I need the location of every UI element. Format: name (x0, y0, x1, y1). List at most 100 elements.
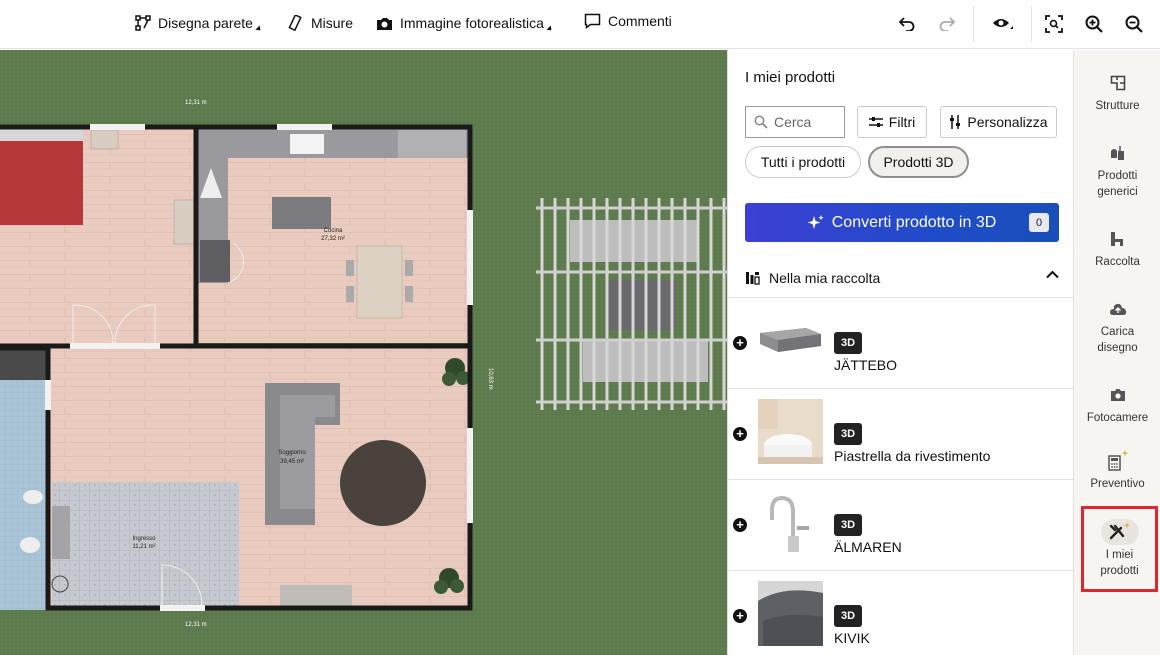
view-mode-button[interactable] (987, 11, 1019, 37)
toolbar-divider (1031, 6, 1032, 42)
convert-to-3d-button[interactable]: Converti prodotto in 3D 0 (745, 203, 1059, 242)
pergola (536, 198, 727, 410)
oven (200, 240, 230, 282)
camera-icon (1110, 384, 1126, 406)
sidebar-item-estimate[interactable]: Preventivo (1074, 450, 1160, 492)
kitchen-sink (290, 134, 324, 154)
draw-wall-label: Disegna parete (158, 15, 253, 31)
sidebar-item-structures[interactable]: Strutture (1074, 72, 1160, 114)
photorealistic-image-button[interactable]: Immagine fotorealistica (376, 0, 554, 46)
dropdown-caret-icon (255, 25, 263, 33)
toolbar-divider (973, 6, 974, 42)
structure-icon (1110, 72, 1126, 94)
measures-label: Misure (311, 15, 354, 31)
bathroom-cabinet (0, 350, 48, 380)
filter-sliders-icon (868, 117, 883, 127)
floor-plan-canvas[interactable]: 12,31 m 12,31 m 10,63 m Cucina 27,32 m² … (0, 50, 727, 655)
sidebar-item-label: Preventivo (1090, 478, 1145, 490)
undo-button[interactable] (894, 11, 920, 37)
convert-label: Converti prodotto in 3D (831, 213, 997, 231)
sidebar-item-label: Prodotti generici (1097, 170, 1138, 198)
comments-label: Commenti (608, 13, 672, 29)
customize-button[interactable]: Personalizza (940, 106, 1057, 138)
fit-view-button[interactable] (1041, 11, 1067, 37)
toilet (20, 537, 40, 553)
dimension-top: 12,31 m (185, 100, 207, 106)
dropdown-caret-icon (546, 25, 554, 33)
chevron-up-icon[interactable] (1046, 270, 1059, 279)
product-name: Piastrella da rivestimento (834, 448, 991, 464)
round-rug (340, 440, 426, 526)
add-product-icon[interactable]: + (733, 518, 747, 532)
bed (0, 140, 83, 225)
product-item[interactable]: + 3D KIVIK (728, 570, 1073, 655)
desk (173, 199, 195, 245)
zoom-out-button[interactable] (1121, 11, 1147, 37)
chair (346, 286, 354, 302)
collection-label: Nella mia raccolta (769, 270, 881, 286)
add-product-icon[interactable]: + (733, 609, 747, 623)
sidebar-item-label: I miei prodotti (1100, 549, 1139, 577)
generic-products-icon (1109, 142, 1127, 164)
filters-label: Filtri (888, 114, 916, 130)
bathroom-tile-thumbnail (758, 399, 823, 464)
ruler-icon (288, 15, 302, 31)
redo-button[interactable] (934, 11, 960, 37)
add-product-icon[interactable]: + (733, 427, 747, 441)
measures-button[interactable]: Misure (288, 0, 353, 46)
search-placeholder: Cerca (774, 114, 812, 130)
search-input[interactable]: Cerca (745, 106, 845, 138)
chair (346, 260, 354, 276)
chip-3d-products[interactable]: Prodotti 3D (868, 146, 969, 178)
upload-cloud-icon (1109, 298, 1127, 320)
sidebar-item-generic-products[interactable]: Prodotti generici (1074, 142, 1160, 200)
sidebar-item-label: Carica disegno (1097, 326, 1138, 354)
collection-header[interactable]: Nella mia raccolta (745, 267, 1059, 289)
3d-badge: 3D (834, 514, 862, 536)
sidebar-item-cameras[interactable]: Fotocamere (1074, 384, 1160, 426)
add-product-icon[interactable]: + (733, 336, 747, 350)
camera-icon (377, 17, 392, 30)
sparkle-icon (807, 214, 824, 229)
sidebar-item-collection[interactable]: Raccolta (1074, 228, 1160, 270)
3d-badge: 3D (834, 423, 862, 445)
comment-icon (584, 13, 601, 29)
draw-wall-button[interactable]: Disegna parete (135, 0, 263, 46)
dining-table (356, 245, 403, 319)
kitchen-island (272, 197, 331, 229)
my-products-panel: I miei prodotti Cerca Filtri Personalizz… (727, 50, 1073, 655)
sidebar-item-upload-drawing[interactable]: Carica disegno (1074, 298, 1160, 356)
eye-icon (993, 19, 1013, 29)
product-name: ÄLMAREN (834, 539, 902, 555)
filters-button[interactable]: Filtri (857, 106, 927, 138)
sidebar-item-my-products[interactable]: I miei prodotti (1081, 506, 1158, 592)
sidebar-item-label: Fotocamere (1086, 412, 1149, 424)
chair (405, 286, 413, 302)
redo-icon (939, 17, 955, 31)
chip-all-products[interactable]: Tutti i prodotti (745, 146, 861, 178)
comments-button[interactable]: Commenti (584, 0, 672, 44)
product-name: JÄTTEBO (834, 357, 898, 373)
zoom-in-button[interactable] (1081, 11, 1107, 37)
focus-icon (1045, 15, 1063, 33)
faucet-thumbnail (758, 490, 823, 555)
product-name: KIVIK (834, 630, 870, 646)
zoom-out-icon (1125, 15, 1143, 33)
product-item[interactable]: + 3D JÄTTEBO (728, 297, 1073, 388)
room-area-living: 39,45 m² (280, 459, 304, 465)
draw-wall-icon (135, 15, 151, 31)
top-toolbar: Disegna parete Misure Immagine fotoreali… (0, 0, 1160, 49)
room-name-living: Soggiorno (278, 450, 306, 456)
search-icon (754, 115, 768, 129)
shelf-icon (746, 272, 760, 285)
product-item[interactable]: + 3D Piastrella da rivestimento (728, 388, 1073, 479)
product-item[interactable]: + 3D ÄLMAREN (728, 479, 1073, 570)
customize-label: Personalizza (967, 114, 1048, 130)
room-name-entrance: Ingresso (132, 536, 156, 542)
room-name-kitchen: Cucina (324, 228, 343, 234)
coat-rack (52, 506, 70, 559)
sink (23, 490, 43, 504)
customize-sliders-icon (950, 115, 961, 129)
convert-count-badge: 0 (1029, 213, 1049, 232)
bathroom-floor (0, 350, 48, 610)
